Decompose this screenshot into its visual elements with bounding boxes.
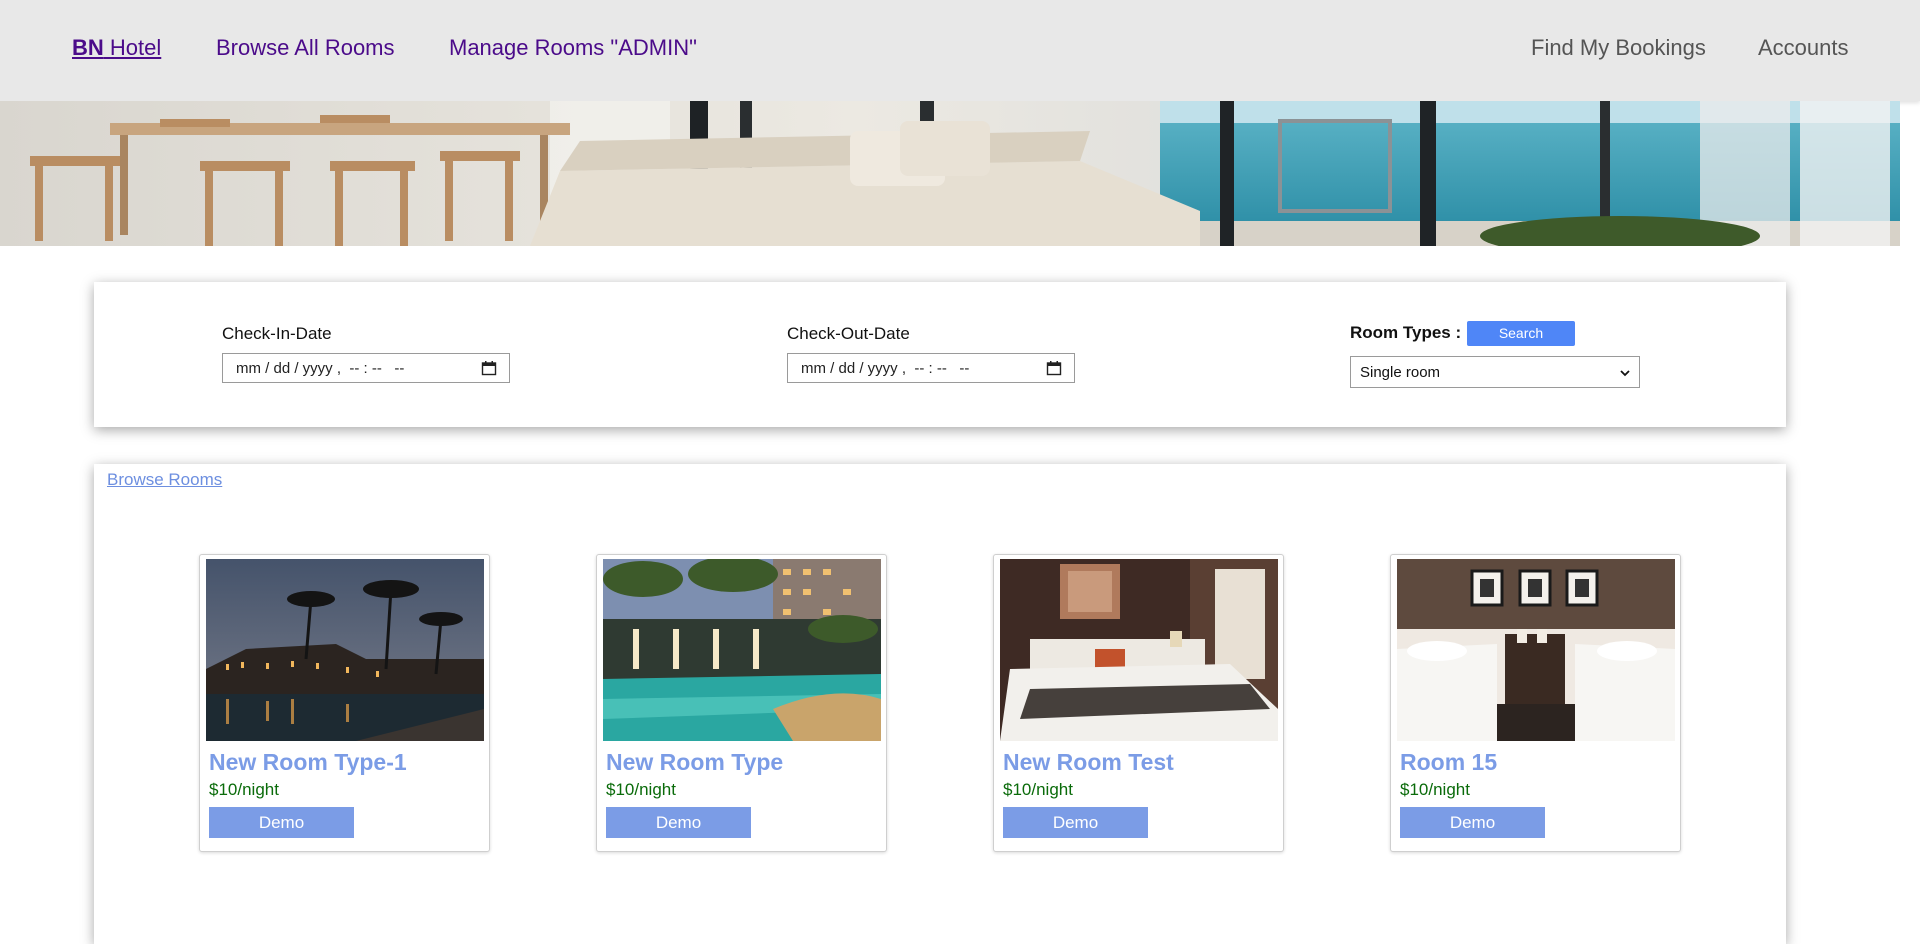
room-price: $10/night [1003,780,1073,799]
room-name: New Room Test [1003,749,1174,775]
nav-find-my-bookings[interactable]: Find My Bookings [1531,35,1706,61]
room-price: $10/night [209,780,279,799]
room-price: $10/night [606,780,676,799]
room-card[interactable]: New Room Test $10/night Demo [993,554,1284,852]
checkout-date-value: mm / dd / yyyy , -- : -- -- [801,360,970,377]
checkout-label: Check-Out-Date [787,324,910,343]
room-price: $10/night [1400,780,1470,799]
calendar-icon[interactable] [1046,360,1062,380]
search-button[interactable]: Search [1467,321,1575,346]
room-types-label: Room Types : [1350,323,1462,342]
checkin-date-value: mm / dd / yyyy , -- : -- -- [236,360,405,377]
checkin-date-input[interactable]: mm / dd / yyyy , -- : -- -- [222,353,510,383]
chevron-down-icon [1619,366,1631,383]
rooms-panel: Browse Rooms New Room Type-1 $10/night D… [94,464,1786,944]
demo-button[interactable]: Demo [1400,807,1545,838]
calendar-icon[interactable] [481,360,497,380]
demo-button[interactable]: Demo [209,807,354,838]
brand-rest: Hotel [103,35,162,60]
brand-link[interactable]: BN Hotel [72,35,161,61]
room-image-twin-beds [1397,559,1675,741]
checkout-date-input[interactable]: mm / dd / yyyy , -- : -- -- [787,353,1075,383]
booking-search-panel: Check-In-Date mm / dd / yyyy , -- : -- -… [94,282,1786,427]
top-navbar: BN Hotel Browse All Rooms Manage Rooms "… [0,0,1920,101]
nav-manage-rooms[interactable]: Manage Rooms "ADMIN" [449,35,697,61]
checkin-label: Check-In-Date [222,324,332,343]
browse-rooms-link[interactable]: Browse Rooms [107,470,222,490]
brand-bold: BN [72,35,104,60]
room-image-hotel-pool [603,559,881,741]
room-name: Room 15 [1400,749,1498,775]
room-card[interactable]: New Room Type $10/night Demo [596,554,887,852]
room-name: New Room Type [606,749,784,775]
room-image-resort-night [206,559,484,741]
nav-browse-all-rooms[interactable]: Browse All Rooms [216,35,395,61]
room-image-bedroom [1000,559,1278,741]
room-card[interactable]: Room 15 $10/night Demo [1390,554,1681,852]
room-name: New Room Type-1 [209,749,407,775]
room-type-selected: Single room [1360,364,1441,381]
demo-button[interactable]: Demo [606,807,751,838]
room-card[interactable]: New Room Type-1 $10/night Demo [199,554,490,852]
hero-banner-image [0,101,1900,246]
room-type-select[interactable]: Single room [1350,356,1640,388]
nav-accounts[interactable]: Accounts [1758,35,1849,61]
demo-button[interactable]: Demo [1003,807,1148,838]
